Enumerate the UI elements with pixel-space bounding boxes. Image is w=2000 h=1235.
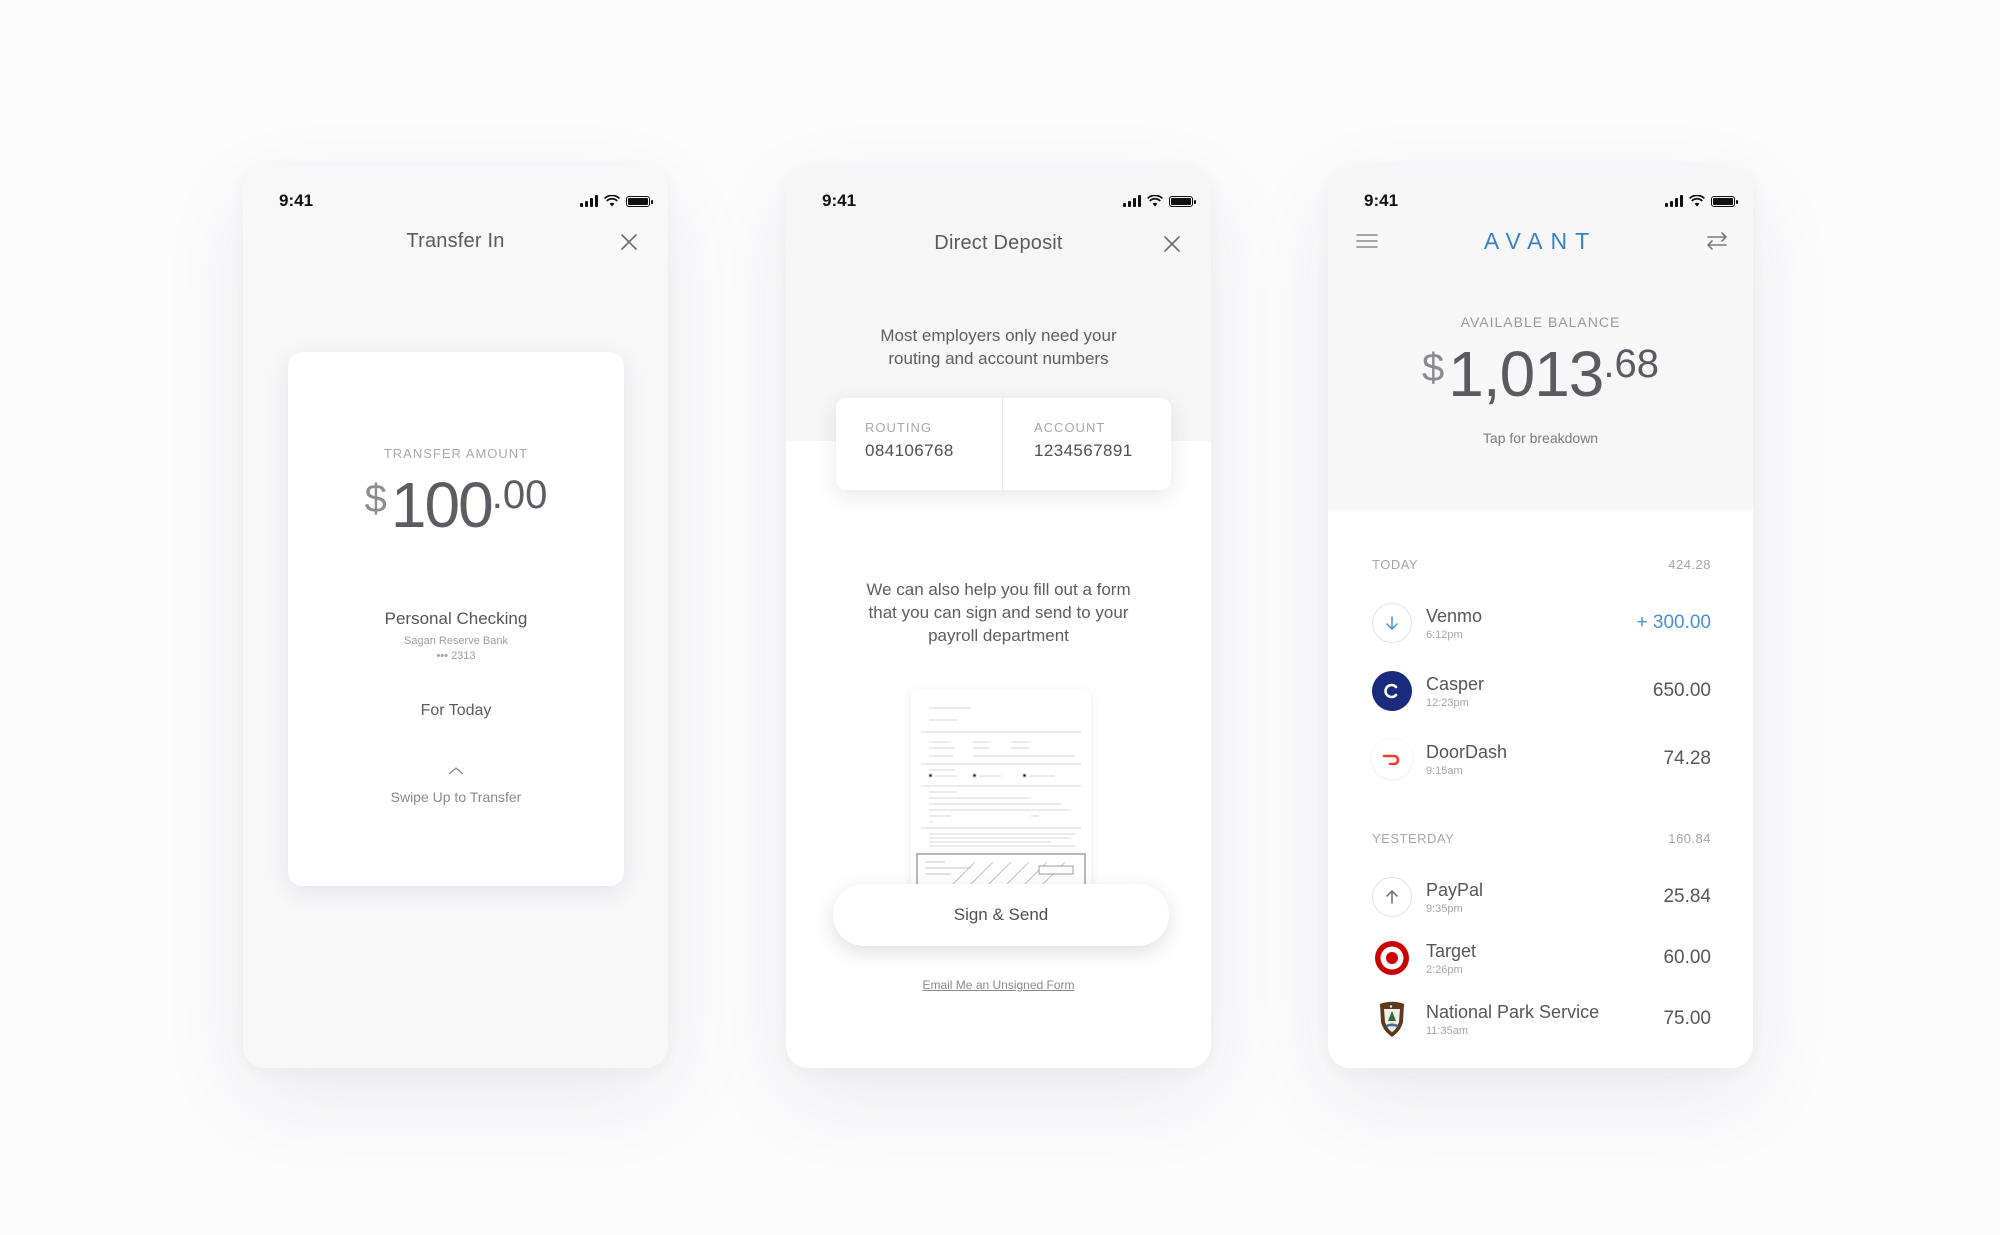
balance-cents: .68	[1603, 342, 1659, 386]
direct-deposit-screen: 9:41 Direct Deposit Most employers only …	[786, 166, 1211, 1068]
transaction-name: DoorDash	[1426, 741, 1508, 762]
section-total: 424.28	[1668, 557, 1711, 572]
battery-icon	[626, 195, 653, 207]
status-bar: 9:41	[786, 166, 1211, 222]
transaction-name: Venmo	[1426, 605, 1483, 626]
transaction-name: Target	[1426, 940, 1477, 961]
form-preview-thumbnail[interactable]	[911, 690, 1091, 886]
transaction-row-target[interactable]: Target 2:26pm 60.00	[1372, 935, 1711, 981]
source-account[interactable]: Personal Checking Sagan Reserve Bank •••…	[288, 609, 624, 662]
nps-logo-icon	[1372, 999, 1412, 1039]
amount-whole: 100	[390, 469, 494, 541]
account-name: Personal Checking	[384, 609, 528, 628]
account-label: ACCOUNT	[1034, 420, 1106, 435]
form-help-text: We can also help you fill out a form tha…	[866, 580, 1131, 645]
battery-icon	[1711, 195, 1738, 207]
available-balance-label: AVAILABLE BALANCE	[1460, 314, 1621, 330]
transaction-name: PayPal	[1426, 879, 1484, 900]
home-screen: 9:41 AVANT AVAILABLE BALANCE $ 1,013 .68…	[1328, 166, 1753, 1068]
page-title: Direct Deposit	[934, 232, 1063, 254]
transaction-amount: 650.00	[1652, 680, 1711, 701]
currency-symbol: $	[364, 477, 387, 521]
transfer-schedule[interactable]: For Today	[288, 702, 624, 720]
transaction-time: 9:15am	[1426, 764, 1463, 777]
status-bar: 9:41	[243, 166, 668, 222]
arrow-up-icon	[1372, 877, 1412, 917]
section-header-today: TODAY 424.28	[1372, 557, 1711, 572]
balance-whole: 1,013	[1448, 338, 1604, 410]
transfer-in-screen: 9:41 Transfer In TRANSFER AMOUNT $ 100 .…	[243, 166, 668, 1068]
transfer-amount[interactable]: $ 100 .00	[288, 469, 624, 541]
signal-icon	[1123, 195, 1141, 207]
account-column[interactable]: ACCOUNT 1234567891	[1002, 398, 1171, 490]
wifi-icon	[1689, 195, 1705, 207]
deposit-intro: Most employers only need your routing an…	[880, 326, 1117, 368]
transaction-name: National Park Service	[1426, 1001, 1600, 1022]
transaction-time: 12:23pm	[1426, 696, 1469, 709]
doordash-logo-icon	[1372, 739, 1412, 779]
transaction-time: 6:12pm	[1426, 628, 1463, 641]
avant-logo: AVANT	[1483, 228, 1598, 254]
status-icons	[1665, 195, 1738, 207]
transaction-row-paypal[interactable]: PayPal 9:35pm 25.84	[1372, 874, 1711, 920]
status-bar: 9:41	[1328, 166, 1753, 222]
wifi-icon	[1147, 195, 1163, 207]
bank-name: Sagan Reserve Bank	[404, 635, 508, 647]
currency-symbol: $	[1421, 346, 1445, 390]
email-unsigned-form-link[interactable]: Email Me an Unsigned Form	[786, 978, 1211, 992]
section-total: 160.84	[1668, 831, 1711, 846]
transfer-amount-caption: TRANSFER AMOUNT	[383, 446, 529, 461]
status-icons	[1123, 195, 1196, 207]
transaction-amount: 25.84	[1663, 886, 1711, 907]
section-header-yesterday: YESTERDAY 160.84	[1372, 831, 1711, 846]
status-time: 9:41	[1364, 191, 1399, 210]
transaction-amount: 74.28	[1663, 748, 1711, 769]
chevron-up-icon	[448, 767, 464, 775]
tap-for-breakdown[interactable]: Tap for breakdown	[1328, 430, 1753, 446]
swipe-hint: Swipe Up to Transfer	[390, 789, 522, 805]
signal-icon	[580, 195, 598, 207]
transaction-time: 9:35pm	[1426, 902, 1463, 915]
close-icon[interactable]	[620, 233, 638, 251]
routing-number[interactable]: 084106768	[865, 441, 1002, 461]
battery-icon	[1169, 195, 1196, 207]
transaction-amount: + 300.00	[1636, 612, 1712, 633]
wifi-icon	[604, 195, 620, 207]
page-title: Transfer In	[406, 230, 505, 252]
transfer-arrows-icon[interactable]	[1705, 230, 1729, 252]
transaction-name: Casper	[1426, 673, 1485, 694]
transaction-row-venmo[interactable]: Venmo 6:12pm + 300.00	[1372, 600, 1711, 646]
arrow-down-icon	[1372, 603, 1412, 643]
transaction-amount: 60.00	[1663, 947, 1711, 968]
form-document-illustration	[916, 707, 1086, 886]
transaction-time: 11:35am	[1426, 1024, 1468, 1037]
section-label: YESTERDAY	[1372, 831, 1455, 846]
transaction-amount: 75.00	[1663, 1008, 1711, 1029]
routing-column[interactable]: ROUTING 084106768	[836, 398, 1002, 490]
target-logo-icon	[1372, 938, 1412, 978]
transaction-row-doordash[interactable]: DoorDash 9:15am 74.28	[1372, 736, 1711, 782]
status-icons	[580, 195, 653, 207]
account-number[interactable]: 1234567891	[1034, 441, 1171, 461]
sign-send-button[interactable]: Sign & Send	[833, 884, 1169, 946]
section-label: TODAY	[1372, 557, 1419, 572]
amount-cents: .00	[491, 473, 548, 517]
transaction-row-casper[interactable]: Casper 12:23pm 650.00	[1372, 668, 1711, 714]
signal-icon	[1665, 195, 1683, 207]
status-time: 9:41	[279, 191, 314, 210]
routing-account-card[interactable]: ROUTING 084106768 ACCOUNT 1234567891	[836, 398, 1171, 490]
routing-label: ROUTING	[865, 420, 932, 435]
transaction-time: 2:26pm	[1426, 963, 1463, 976]
transfer-card[interactable]: TRANSFER AMOUNT $ 100 .00 Personal Check…	[288, 352, 624, 886]
account-mask: ••• 2313	[436, 650, 476, 662]
available-balance[interactable]: $ 1,013 .68	[1328, 338, 1753, 410]
transaction-row-national-park-service[interactable]: National Park Service 11:35am 75.00	[1372, 996, 1711, 1042]
status-time: 9:41	[822, 191, 857, 210]
close-icon[interactable]	[1163, 235, 1181, 253]
casper-logo-icon	[1372, 671, 1412, 711]
